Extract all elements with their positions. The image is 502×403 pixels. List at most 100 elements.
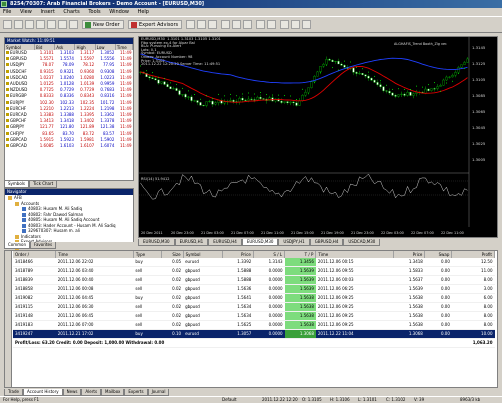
parabolic-sar-dot	[380, 80, 381, 82]
market-watch-row[interactable]: GBPCAD 1.6085 1.6103 1.6107 1.6074 11:49	[5, 143, 133, 149]
navigator-icon[interactable]	[47, 20, 56, 29]
market-watch-tabs: Symbols Tick Chart	[4, 181, 134, 188]
expert-advisors-icon	[131, 22, 137, 28]
terminal-tab[interactable]: Mailbox	[101, 389, 125, 396]
price-chart[interactable]: 1.3145 1.3125 1.3105 1.3085 1.3065 1.3045 1.30…	[138, 36, 498, 238]
history-col-header[interactable]: Symbol	[183, 251, 223, 258]
terminal-tab[interactable]: Trade	[4, 389, 23, 396]
chart-canvas[interactable]: 1.3145 1.3125 1.3105 1.3085 1.3065 1.3045 1.30…	[139, 37, 497, 237]
chart-tab[interactable]: EURUSD,H4	[208, 239, 242, 246]
history-col-header[interactable]: Size	[161, 251, 184, 258]
history-col-header[interactable]: Time	[55, 251, 134, 258]
market-watch-row[interactable]: EURCAD 1.3383 1.3388 1.3395 1.3362 11:49	[5, 112, 133, 118]
terminal-tab[interactable]: News	[62, 389, 82, 396]
history-row[interactable]: 3419082 2011.12.06 04:45 buy 0.02 gbpusd 1.56…	[13, 293, 495, 304]
auto-scroll-icon[interactable]	[256, 20, 265, 29]
history-cell: gbpusd	[183, 302, 222, 313]
market-watch-row[interactable]: USDCAD 1.0237 1.0240 1.0280 1.0223 11:49	[5, 75, 133, 81]
chart-tab[interactable]: EURUSD,M30	[241, 239, 279, 246]
new-chart-icon[interactable]	[3, 20, 12, 29]
templates-icon[interactable]	[302, 20, 311, 29]
bar-chart-icon[interactable]	[186, 20, 195, 29]
history-row[interactable]: 3418839 2011.12.06 00:40 sell 0.02 gbpusd 1.5…	[13, 275, 495, 286]
history-col-header[interactable]: Price	[222, 251, 254, 258]
tester-icon[interactable]	[69, 20, 78, 29]
chart-tab[interactable]: EURUSD,H1	[174, 239, 209, 246]
market-watch-row[interactable]: NZDUSD 0.7725 0.7729 0.7729 0.7683 11:49	[5, 87, 133, 93]
history-row[interactable]: 3418789 2011.12.06 03:40 sell 0.02 gbpusd 1.5…	[13, 266, 495, 277]
market-watch-row[interactable]: USDCHF 0.9315 0.9321 0.9360 0.9308 11:49	[5, 69, 133, 75]
market-watch-row[interactable]: EURGBP 0.8333 0.8336 0.8343 0.8316 11:49	[5, 93, 133, 99]
cell-text: CHFJPY	[10, 130, 25, 136]
chart-tab[interactable]: USDCAD,M30	[343, 239, 381, 246]
history-cell: sell	[133, 311, 162, 322]
market-watch-row[interactable]: GBPCHF 1.3413 1.3418 1.3402 1.3378 11:49	[5, 118, 133, 124]
candle-body	[412, 93, 415, 96]
tab-tick-chart[interactable]: Tick Chart	[28, 181, 58, 188]
market-watch-row[interactable]: EURUSD 1.3101 1.3103 1.3117 1.3052 11:49	[5, 50, 133, 56]
zoom-out-icon[interactable]	[232, 20, 241, 29]
chart-tab[interactable]: EURUSD,M30	[138, 239, 175, 246]
chart-shift-icon[interactable]	[267, 20, 276, 29]
market-watch-icon[interactable]	[25, 20, 34, 29]
history-col-header[interactable]: Profit	[451, 251, 495, 258]
menu-help[interactable]: Help	[138, 8, 149, 16]
data-window-icon[interactable]	[36, 20, 45, 29]
terminal-tab[interactable]: Experts	[124, 389, 148, 396]
cell-text: 11:49	[119, 142, 132, 148]
history-row[interactable]: 3418466 2011.12.06 22:02 buy 0.05 eurusd 1.33…	[13, 258, 495, 268]
new-order-button[interactable]: New Order	[82, 20, 124, 29]
indicators-icon[interactable]	[280, 20, 289, 29]
candlestick-icon[interactable]	[197, 20, 206, 29]
candle-body	[328, 59, 331, 61]
tab-common[interactable]: Common	[4, 242, 31, 249]
tab-favorites[interactable]: Favorites	[30, 242, 57, 249]
chart-tab[interactable]: USDJPY,H1	[278, 239, 310, 246]
menu-charts[interactable]: Charts	[63, 8, 79, 16]
market-watch-row[interactable]: GBPUSD 1.5571 1.5574 1.5597 1.5556 11:49	[5, 56, 133, 62]
market-watch-row[interactable]: EURJPY 102.30 102.33 102.35 101.72 11:49	[5, 100, 133, 106]
market-watch-row[interactable]: USDJPY 78.07 78.09 78.12 77.95 11:49	[5, 62, 133, 68]
history-col-header[interactable]: Type	[133, 251, 162, 258]
expert-advisors-button[interactable]: Expert Advisors	[128, 20, 183, 29]
zoom-in-icon[interactable]	[221, 20, 230, 29]
history-col-header[interactable]: Swap	[424, 251, 453, 258]
terminal-tab[interactable]: Journal	[147, 389, 170, 396]
history-cell: 2011.12.06 06:25	[315, 284, 394, 295]
history-col-header[interactable]: Order /	[13, 251, 57, 258]
history-col-header[interactable]: Time	[315, 251, 395, 258]
history-row[interactable]: 3419148 2011.12.06 06:45 sell 0.02 gbpusd 1.5…	[13, 311, 495, 322]
time-tick-label: 22 Dec 11:00	[441, 231, 464, 235]
menu-view[interactable]: View	[20, 8, 32, 16]
market-watch-row[interactable]: AUDUSD 1.0125 1.0128 1.0139 0.9959 11:49	[5, 81, 133, 87]
history-col-header[interactable]: S / L	[253, 251, 286, 258]
cell-text: 78.07	[42, 62, 54, 68]
periods-icon[interactable]	[291, 20, 300, 29]
history-row[interactable]: 3419183 2011.12.06 07:00 sell 0.02 gbpusd 1.5…	[13, 320, 495, 331]
market-watch-row[interactable]: GBPJPY 121.77 121.80 121.89 121.38 11:49	[5, 124, 133, 130]
cell-text: 0.8336	[59, 93, 74, 99]
history-cell: 3.00	[451, 284, 495, 295]
profiles-icon[interactable]	[14, 20, 23, 29]
cell-text: GBPCAD	[10, 136, 27, 142]
terminal-tab[interactable]: Alerts	[81, 389, 102, 396]
terminal-icon[interactable]	[58, 20, 67, 29]
history-row[interactable]: 3419247 2011.12.21 17:02 buy 0.10 eurusd 1.30…	[13, 329, 495, 340]
history-cell: 2011.12.06 00:15	[315, 258, 394, 268]
history-row[interactable]: 3419115 2011.12.06 06:30 sell 0.02 gbpusd 1.5…	[13, 302, 495, 313]
tile-windows-icon[interactable]	[243, 20, 252, 29]
history-cell: 1.5638	[284, 293, 316, 304]
terminal-tab[interactable]: Account History	[22, 389, 63, 396]
market-watch-row[interactable]: GBPCAD 1.5915 1.5923 1.5981 1.5902 11:49	[5, 137, 133, 143]
chart-tab[interactable]: GBPUSD,H4	[309, 239, 344, 246]
history-col-header[interactable]: Price	[393, 251, 426, 258]
history-col-header[interactable]: T / P	[284, 251, 317, 258]
menu-insert[interactable]: Insert	[40, 8, 54, 16]
menu-file[interactable]: File	[3, 8, 11, 16]
history-row[interactable]: 3418858 2011.12.06 00:08 sell 0.02 gbpusd 1.5…	[13, 284, 495, 295]
market-watch-row[interactable]: EURCHF 1.2210 1.2213 1.2224 1.2198 11:49	[5, 106, 133, 112]
menu-window[interactable]: Window	[109, 8, 129, 16]
tab-symbols[interactable]: Symbols	[4, 181, 29, 188]
menu-tools[interactable]: Tools	[88, 8, 100, 16]
line-chart-icon[interactable]	[208, 20, 217, 29]
